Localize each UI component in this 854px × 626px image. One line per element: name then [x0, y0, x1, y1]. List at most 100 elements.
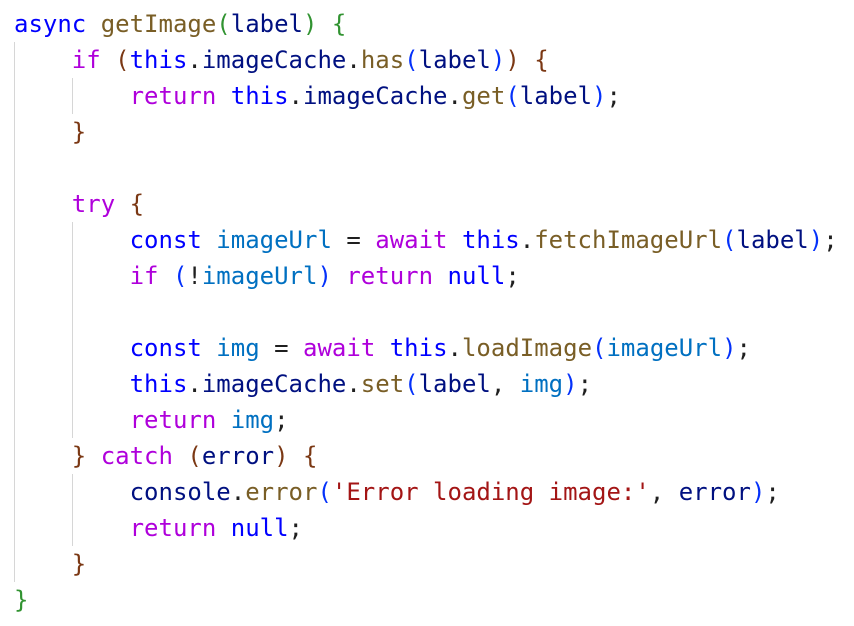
punctuation [14, 370, 130, 398]
punctuation [289, 442, 303, 470]
punctuation: ; [505, 262, 520, 290]
code-line[interactable]: const imageUrl = await this.fetchImageUr… [14, 222, 838, 258]
keyword: null [447, 262, 506, 290]
bracket: ) [303, 10, 318, 38]
code-editor[interactable]: async getImage(label) { if (this.imageCa… [0, 0, 854, 626]
bracket: ) [274, 442, 289, 470]
identifier: label [418, 370, 491, 398]
identifier: imageCache [303, 82, 448, 110]
bracket: ( [592, 334, 607, 362]
code-line[interactable]: return img; [14, 402, 838, 438]
identifier: error [678, 478, 751, 506]
bracket: ) [317, 262, 332, 290]
punctuation [101, 46, 115, 74]
bracket: } [71, 118, 87, 146]
control-keyword: if [129, 262, 159, 290]
punctuation: . [447, 334, 462, 362]
bracket: ( [404, 46, 419, 74]
punctuation [520, 46, 534, 74]
code-line[interactable] [14, 150, 838, 186]
code-line[interactable]: try { [14, 186, 838, 222]
control-keyword: catch [100, 442, 173, 470]
keyword: async [14, 10, 87, 38]
identifier: imageCache [201, 370, 347, 398]
punctuation: ! [187, 262, 202, 290]
punctuation: . [447, 82, 462, 110]
control-keyword: await [303, 334, 376, 362]
punctuation [14, 262, 130, 290]
keyword: const [129, 226, 202, 254]
keyword: const [129, 334, 202, 362]
bracket: ( [172, 262, 188, 290]
punctuation: ; [577, 370, 593, 398]
function-name: getImage [100, 10, 217, 38]
code-line[interactable]: console.error('Error loading image:', er… [14, 474, 838, 510]
code-line[interactable]: const img = await this.loadImage(imageUr… [14, 330, 838, 366]
identifier: imageCache [201, 46, 347, 74]
bracket: } [71, 442, 87, 470]
constant-identifier: imageUrl [201, 262, 318, 290]
punctuation: . [288, 82, 303, 110]
constant-identifier: img [230, 406, 275, 434]
identifier: label [230, 10, 303, 38]
punctuation: . [187, 46, 202, 74]
punctuation [14, 406, 130, 434]
code-line[interactable]: } [14, 114, 838, 150]
code-line[interactable]: async getImage(label) { [14, 6, 838, 42]
constant-identifier: img [216, 334, 260, 362]
punctuation [14, 478, 130, 506]
punctuation [173, 442, 187, 470]
punctuation [14, 334, 130, 362]
code-line[interactable] [14, 294, 838, 330]
punctuation: . [187, 370, 202, 398]
punctuation [14, 190, 72, 218]
code-line[interactable]: } [14, 582, 838, 618]
keyword: null [230, 514, 289, 542]
punctuation [86, 10, 100, 38]
control-keyword: try [71, 190, 116, 218]
punctuation [216, 82, 230, 110]
identifier: error [201, 442, 275, 470]
bracket: ) [505, 46, 520, 74]
punctuation [317, 10, 331, 38]
function-name: error [245, 478, 318, 506]
keyword: this [230, 82, 289, 110]
bracket: ( [216, 10, 231, 38]
function-name: set [360, 370, 405, 398]
bracket: { [534, 46, 549, 74]
keyword: this [389, 334, 448, 362]
bracket: { [331, 10, 347, 38]
punctuation [115, 190, 129, 218]
bracket: ( [404, 370, 419, 398]
control-keyword: return [129, 406, 217, 434]
bracket: ) [563, 370, 578, 398]
code-line[interactable]: } [14, 546, 838, 582]
code-line[interactable]: if (this.imageCache.has(label)) { [14, 42, 838, 78]
bracket: } [14, 586, 29, 614]
punctuation [14, 442, 72, 470]
constant-identifier: img [519, 370, 564, 398]
punctuation [14, 82, 130, 110]
code-line[interactable]: if (!imageUrl) return null; [14, 258, 838, 294]
punctuation [14, 550, 72, 578]
punctuation: ; [823, 226, 838, 254]
function-name: has [360, 46, 405, 74]
code-block[interactable]: async getImage(label) { if (this.imageCa… [14, 6, 838, 618]
code-line[interactable]: return this.imageCache.get(label); [14, 78, 838, 114]
bracket: ( [187, 442, 202, 470]
code-line[interactable]: } catch (error) { [14, 438, 838, 474]
punctuation [332, 262, 346, 290]
code-line[interactable]: return null; [14, 510, 838, 546]
punctuation: ; [274, 406, 289, 434]
punctuation: ; [736, 334, 751, 362]
punctuation: , [490, 370, 520, 398]
punctuation [14, 46, 72, 74]
code-line[interactable]: this.imageCache.set(label, img); [14, 366, 838, 402]
identifier: label [519, 82, 593, 110]
bracket: ) [808, 226, 824, 254]
identifier: console [129, 478, 231, 506]
identifier: label [418, 46, 491, 74]
constant-identifier: imageUrl [606, 334, 723, 362]
string-literal: 'Error loading image:' [331, 478, 650, 506]
bracket: ( [115, 46, 130, 74]
